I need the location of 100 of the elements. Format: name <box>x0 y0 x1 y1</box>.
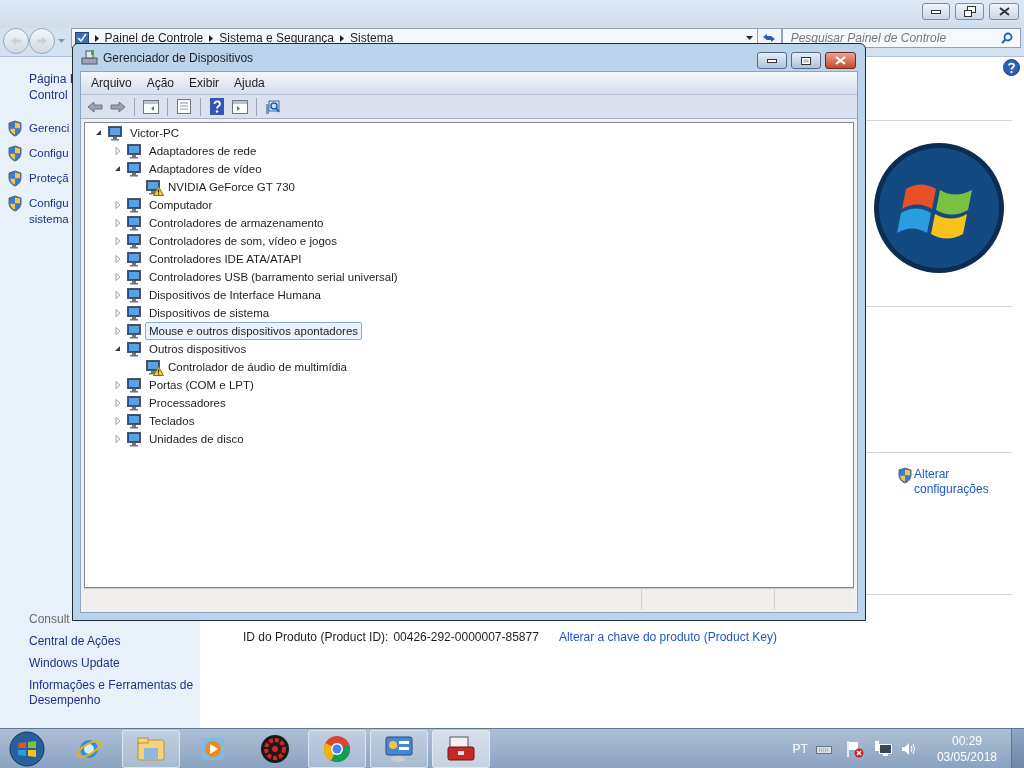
tree-item[interactable]: Processadores <box>145 394 230 412</box>
keyboard-icon[interactable] <box>815 743 832 754</box>
task-link[interactable]: Gerenci <box>29 120 70 136</box>
device-icon <box>106 125 124 141</box>
tree-item[interactable]: Controladores de som, vídeo e jogos <box>145 232 341 250</box>
tree-item[interactable]: Controladores USB (barramento serial universal) <box>145 268 402 286</box>
see-also-link[interactable]: Central de Ações <box>29 634 194 649</box>
menu-item[interactable]: Ação <box>140 74 181 92</box>
tree-item[interactable]: Controladores IDE ATA/ATAPI <box>145 250 306 268</box>
minimize-button[interactable] <box>757 52 787 69</box>
maximize-button[interactable] <box>791 52 821 69</box>
menu-item[interactable]: Ajuda <box>228 74 271 92</box>
toolbox-icon <box>446 734 476 763</box>
restore-button[interactable] <box>955 3 984 20</box>
shield-icon <box>897 467 913 484</box>
tree-item[interactable]: Dispositivos de Interface Humana <box>145 286 325 304</box>
task-link[interactable]: Proteçã <box>29 170 69 186</box>
see-also-link[interactable]: Windows Update <box>29 656 194 671</box>
device-icon <box>125 323 143 339</box>
tree-item[interactable]: Outros dispositivos <box>145 340 251 358</box>
minimize-button[interactable] <box>922 3 950 20</box>
close-button[interactable] <box>989 3 1019 20</box>
forward-button[interactable] <box>28 28 55 54</box>
tree-item[interactable]: Mouse e outros dispositivos apontadores <box>145 322 363 340</box>
circle-logo-icon <box>323 734 351 763</box>
properties-button[interactable] <box>174 96 194 117</box>
forward-arrow-icon <box>35 36 48 46</box>
taskbar-button[interactable] <box>370 729 428 768</box>
folder-icon <box>136 735 166 762</box>
close-icon <box>835 56 846 65</box>
breadcrumb-item[interactable]: Sistema e Segurança <box>219 31 335 45</box>
tree-item[interactable]: Portas (COM e LPT) <box>145 376 258 394</box>
restore-icon <box>963 6 976 17</box>
device-icon <box>125 233 143 249</box>
device-icon <box>125 305 143 321</box>
back-button[interactable] <box>3 28 29 54</box>
taskbar-button[interactable] <box>432 729 490 768</box>
help-icon[interactable] <box>1003 59 1020 76</box>
shield-icon <box>7 145 23 162</box>
breadcrumb-arrow-icon <box>94 34 99 42</box>
breadcrumb-item[interactable]: Sistema <box>350 31 394 45</box>
see-also-link[interactable]: Informações e Ferramentas de Desempenho <box>29 678 194 708</box>
expand-arrow-icon[interactable] <box>114 165 122 173</box>
expand-arrow-icon[interactable] <box>95 129 103 137</box>
task-link[interactable]: Configu sistema <box>29 195 69 227</box>
window-title: Gerenciador de Dispositivos <box>103 49 254 67</box>
change-settings-link[interactable]: Alterar configurações <box>914 467 989 497</box>
close-button[interactable] <box>825 52 856 69</box>
product-id-value: 00426-292-0000007-85877 <box>393 629 539 646</box>
tree-item[interactable]: Adaptadores de vídeo <box>145 160 266 178</box>
tree-item[interactable]: NVIDIA GeForce GT 730 <box>164 178 299 196</box>
start-button[interactable] <box>6 729 48 768</box>
tree-item[interactable]: Victor-PC <box>126 124 183 142</box>
device-icon <box>125 395 143 411</box>
breadcrumb-item[interactable]: Painel de Controle <box>104 31 204 45</box>
menu-item[interactable]: Exibir <box>183 74 226 92</box>
breadcrumb-arrow-icon <box>340 34 345 42</box>
help-button[interactable] <box>207 96 227 117</box>
close-icon <box>998 7 1010 16</box>
tree-item[interactable]: Computador <box>145 196 217 214</box>
device-icon <box>125 377 143 393</box>
device-icon <box>125 413 143 429</box>
tree-item[interactable]: Teclados <box>145 412 199 430</box>
start-orb-icon <box>8 729 46 768</box>
see-also-heading: Consult <box>29 611 71 627</box>
tree-item[interactable]: Unidades de disco <box>145 430 248 448</box>
change-product-key-link[interactable]: Alterar a chave do produto (Product Key) <box>558 628 777 646</box>
network-icon[interactable] <box>873 740 892 757</box>
device-icon <box>125 287 143 303</box>
menu-item[interactable]: Arquivo <box>85 74 138 92</box>
device-icon <box>125 251 143 267</box>
device-icon <box>125 341 143 357</box>
search-field[interactable]: Pesquisar Painel de Controle <box>781 28 1021 48</box>
tree-item[interactable]: Dispositivos de sistema <box>145 304 274 322</box>
product-id-label: ID do Produto (Product ID): <box>243 629 389 646</box>
control-panel-home-link[interactable]: Página I Control <box>29 71 74 103</box>
maximize-icon <box>801 56 811 65</box>
tree-item[interactable]: Adaptadores de rede <box>145 142 261 160</box>
back-arrow-icon <box>9 36 22 46</box>
task-link[interactable]: Configu <box>29 145 69 161</box>
device-icon <box>125 215 143 231</box>
tree-item[interactable]: Controladores de armazenamento <box>145 214 328 232</box>
tree-item[interactable]: Controlador de áudio de multimídia <box>164 358 351 376</box>
control-panel-icon <box>74 32 89 44</box>
expand-arrow-icon[interactable] <box>114 345 122 353</box>
shield-icon <box>7 170 23 187</box>
show-desktop-button[interactable] <box>1011 729 1024 768</box>
caret-icon <box>58 39 66 43</box>
breadcrumb-arrow-icon <box>209 34 214 42</box>
control-panel-icon <box>384 734 414 763</box>
device-icon <box>125 269 143 285</box>
shield-icon <box>7 120 23 137</box>
speaker-icon[interactable] <box>900 741 917 756</box>
gear-badge-icon <box>260 733 290 764</box>
dropdown-arrow-icon <box>745 36 753 40</box>
shield-icon <box>7 195 23 212</box>
device-icon <box>125 143 143 159</box>
device-icon <box>125 431 143 447</box>
device-icon <box>125 197 143 213</box>
flag-error-icon[interactable] <box>845 739 864 758</box>
